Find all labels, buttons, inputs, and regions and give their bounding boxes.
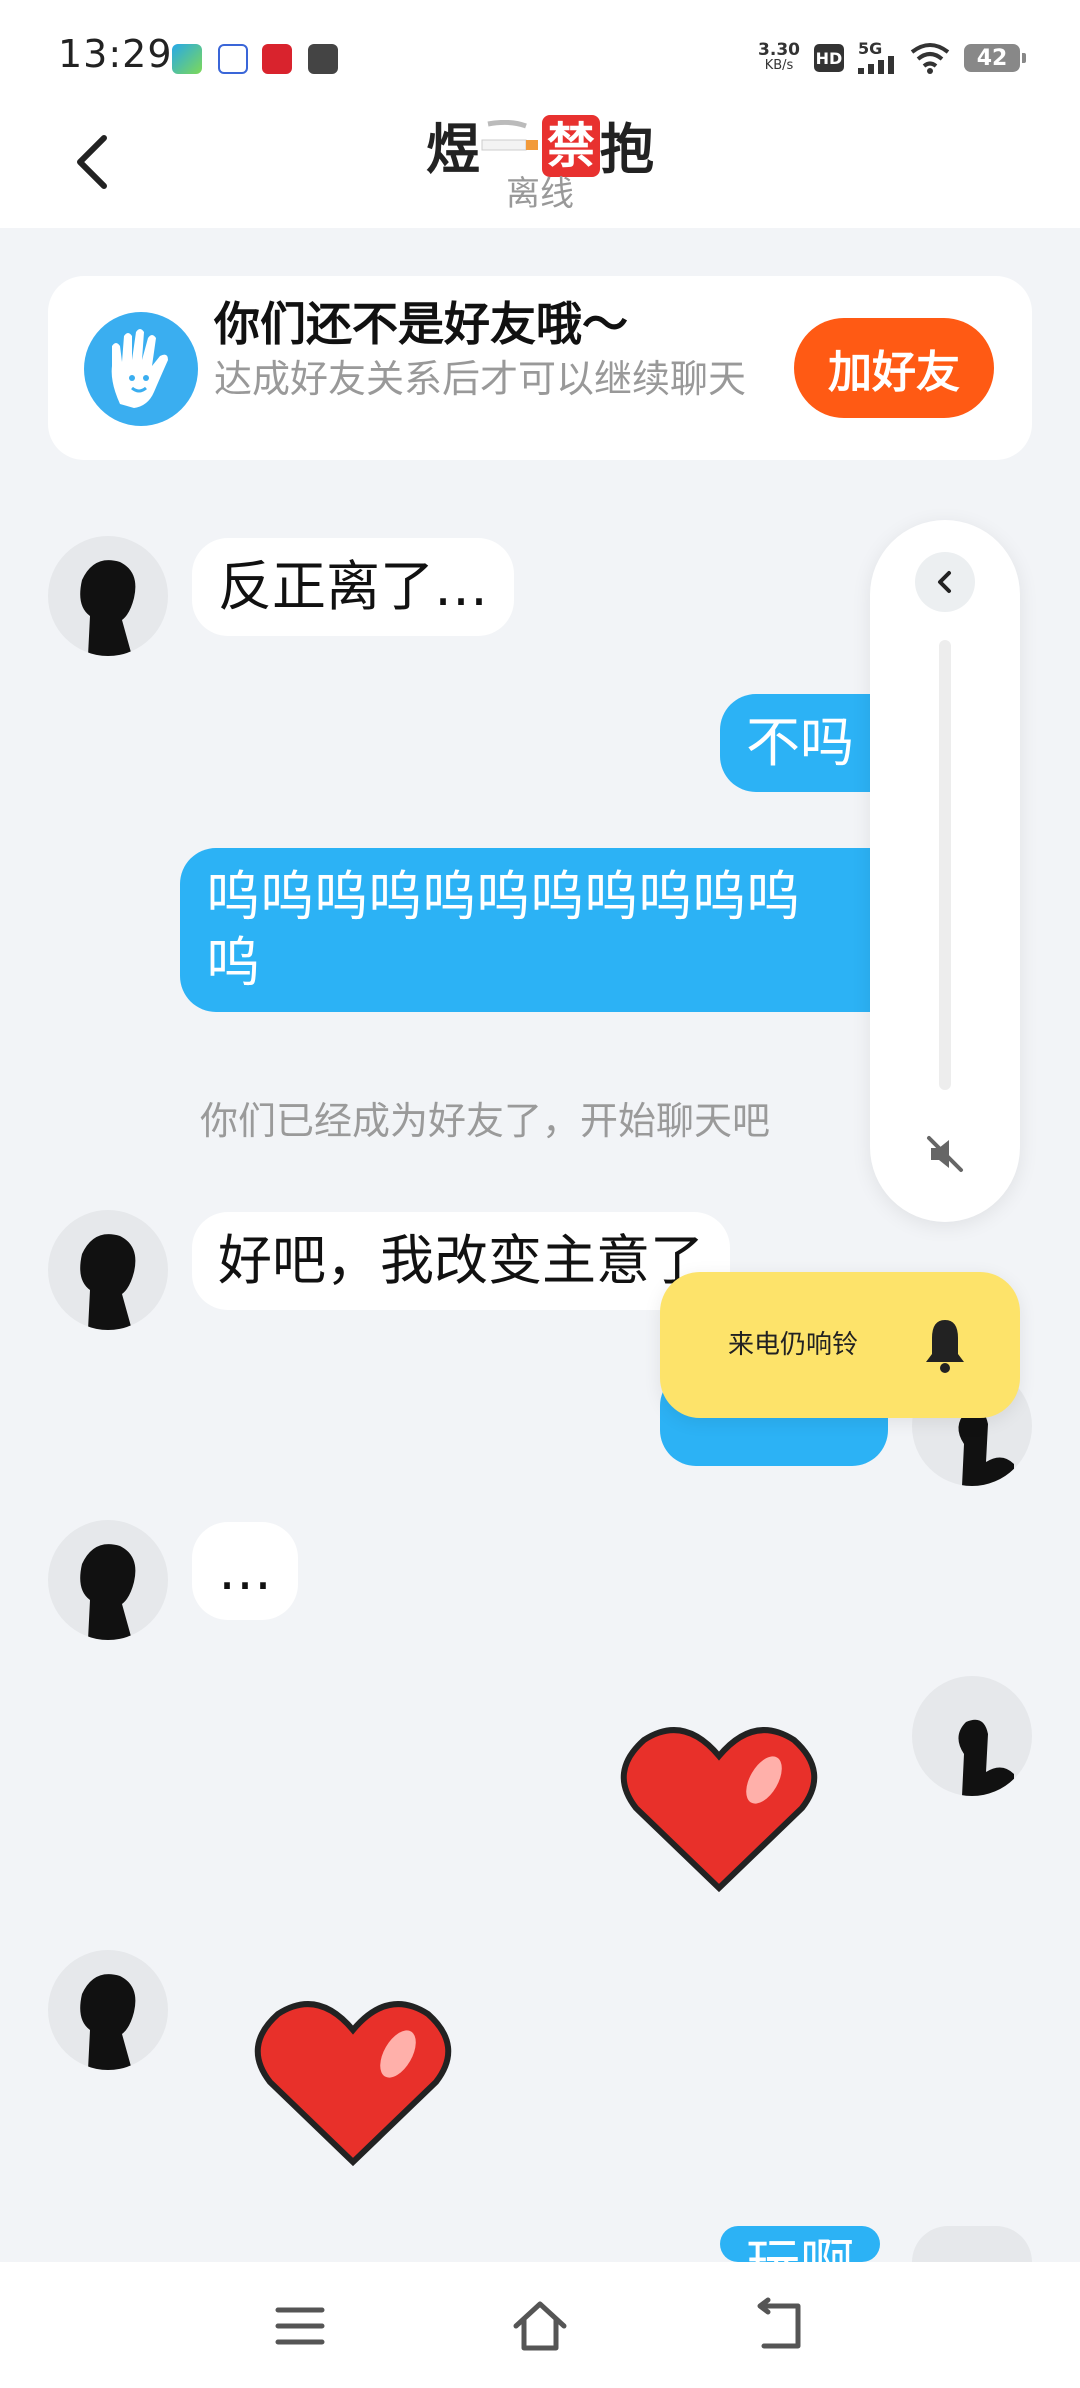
signal-bars-icon [858, 56, 894, 74]
status-time: 13:29 [58, 32, 173, 76]
heart-sticker[interactable] [248, 1994, 458, 2174]
status-bar: 13:29 3.30 KB/s HD 5G 42 [0, 0, 1080, 110]
battery-indicator: 42 [964, 44, 1026, 72]
baidu-app-icon [218, 44, 248, 74]
heart-sticker[interactable] [614, 1720, 824, 1900]
collapse-volume-button[interactable] [915, 552, 975, 612]
message-bubble-incoming[interactable]: … [192, 1522, 298, 1620]
chevron-left-icon [938, 571, 951, 593]
volume-slider[interactable] [939, 640, 951, 1090]
home-icon[interactable] [510, 2296, 570, 2356]
message-bubble-outgoing[interactable]: 不吗 [720, 694, 880, 792]
message-bubble-incoming[interactable]: 反正离了… [192, 538, 514, 636]
chat-header: 煜禁抱 离线 [0, 110, 1080, 228]
my-avatar[interactable] [912, 2226, 1032, 2262]
hand-icon [84, 312, 198, 426]
banner-title: 你们还不是好友哦～ [214, 297, 628, 351]
signal-icon: 5G [858, 39, 896, 74]
telegram-app-icon [172, 44, 202, 74]
system-message: 你们已经成为好友了，开始聊天吧 [200, 1099, 771, 1143]
return-icon[interactable] [750, 2296, 810, 2356]
mute-button[interactable] [915, 1124, 975, 1184]
volume-mute-icon [927, 1136, 963, 1172]
contact-avatar[interactable] [48, 536, 168, 656]
network-type: 5G [858, 39, 883, 58]
add-friend-button[interactable]: 加好友 [794, 318, 994, 418]
system-nav-bar [0, 2262, 1080, 2388]
contact-avatar[interactable] [48, 1210, 168, 1330]
bag-app-icon [308, 44, 338, 74]
net-speed-unit: KB/s [764, 58, 794, 73]
hd-badge: HD [814, 44, 844, 72]
my-avatar[interactable] [912, 1676, 1032, 1796]
contact-avatar[interactable] [48, 1950, 168, 2070]
ringer-toast[interactable]: 来电仍响铃 [660, 1272, 1020, 1418]
volume-panel [870, 520, 1020, 1222]
message-bubble-outgoing[interactable]: 玩啊 [720, 2226, 880, 2262]
ringer-toast-label: 来电仍响铃 [728, 1330, 859, 1360]
cigarette-emoji [481, 120, 538, 151]
banner-description: 达成好友关系后才可以继续聊天 [214, 357, 747, 401]
online-status: 离线 [506, 174, 574, 214]
net-speed: 3.30 KB/s [758, 42, 800, 74]
menu-icon[interactable] [270, 2296, 330, 2356]
contact-avatar[interactable] [48, 1520, 168, 1640]
message-bubble-incoming[interactable]: 好吧，我改变主意了 [192, 1212, 730, 1310]
bell-icon [926, 1320, 964, 1373]
wifi-icon [910, 43, 950, 74]
message-bubble-outgoing[interactable]: 呜呜呜呜呜呜呜呜呜呜呜呜 [180, 848, 870, 1012]
net-speed-value: 3.30 [758, 40, 800, 60]
not-friends-banner: 你们还不是好友哦～ 达成好友关系后才可以继续聊天 加好友 [48, 276, 1032, 460]
red-app-icon [262, 44, 292, 74]
